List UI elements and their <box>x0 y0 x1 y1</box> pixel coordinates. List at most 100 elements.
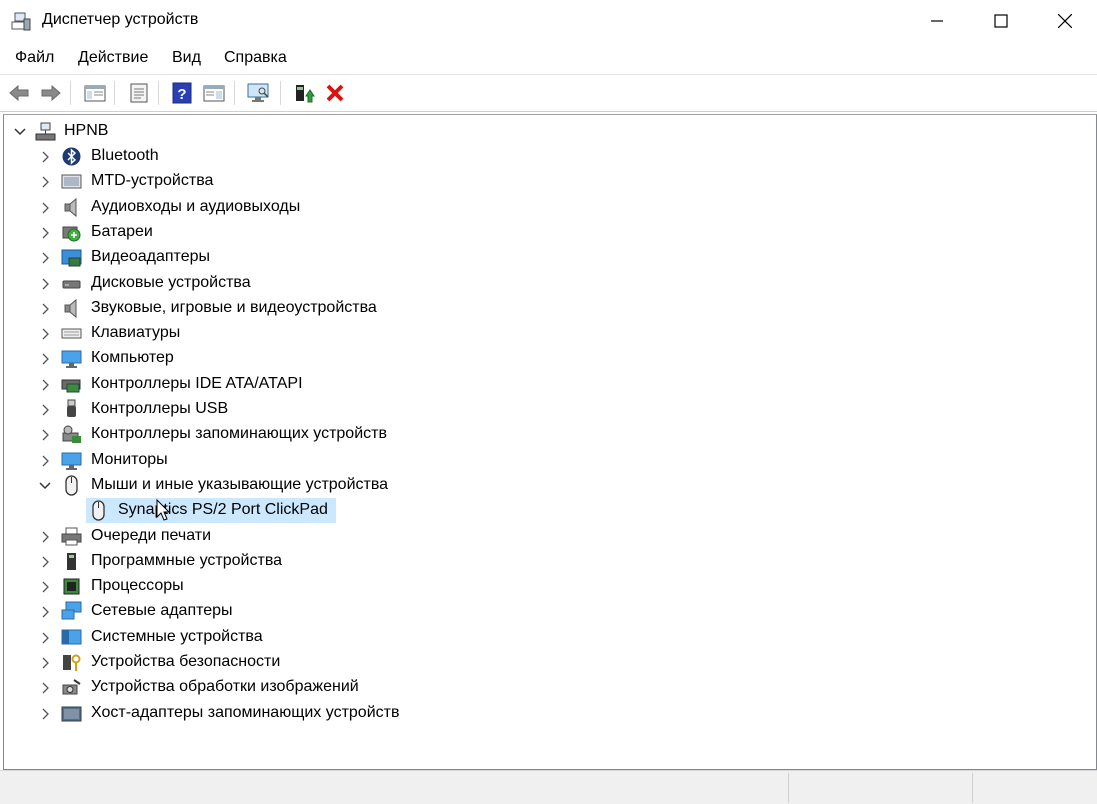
tree-item-label: Контроллеры IDE ATA/ATAPI <box>91 374 303 392</box>
tree-item-label: Очереди печати <box>91 526 212 544</box>
menu-bar: Файл Действие Вид Справка <box>0 42 1097 74</box>
chevron-right-icon[interactable] <box>38 681 52 695</box>
forward-icon <box>41 84 61 102</box>
minimize-button[interactable] <box>905 0 969 42</box>
disk-drive-icon <box>62 280 81 288</box>
menu-view[interactable]: Вид <box>172 49 201 67</box>
minimize-icon <box>931 20 943 22</box>
tree-category-item[interactable]: Программные устройства <box>4 549 704 574</box>
chevron-right-icon[interactable] <box>38 378 52 392</box>
tree-item-label: Сетевые адаптеры <box>91 602 233 620</box>
tree-category-item[interactable]: Очереди печати <box>4 524 704 549</box>
chevron-right-icon[interactable] <box>38 352 52 366</box>
maximize-button[interactable] <box>969 0 1033 42</box>
chevron-right-icon[interactable] <box>38 707 52 721</box>
bluetooth-icon <box>62 147 81 166</box>
close-button[interactable] <box>1033 0 1097 42</box>
uninstall-button[interactable] <box>322 80 348 106</box>
chevron-right-icon[interactable] <box>38 226 52 240</box>
properties-button[interactable] <box>126 80 152 106</box>
chevron-down-icon[interactable] <box>13 125 27 139</box>
chevron-right-icon[interactable] <box>38 277 52 291</box>
storage-host-icon <box>61 706 82 722</box>
tree-category-item[interactable]: Bluetooth <box>4 144 704 169</box>
chevron-right-icon[interactable] <box>38 251 52 265</box>
system-device-icon <box>61 629 82 645</box>
status-divider <box>972 773 973 803</box>
chevron-right-icon[interactable] <box>38 555 52 569</box>
tree-root[interactable]: HPNB <box>4 119 704 144</box>
action-pane-button[interactable] <box>201 80 227 106</box>
chevron-right-icon[interactable] <box>38 454 52 468</box>
chevron-right-icon[interactable] <box>38 201 52 215</box>
action-pane-icon <box>203 85 225 102</box>
help-button[interactable]: ? <box>169 80 195 106</box>
menu-file[interactable]: Файл <box>15 49 54 67</box>
tree-category-item[interactable]: Системные устройства <box>4 625 704 650</box>
tree-category-item[interactable]: Дисковые устройства <box>4 271 704 296</box>
back-icon <box>9 84 29 102</box>
chevron-right-icon[interactable] <box>38 403 52 417</box>
scan-hardware-icon <box>247 83 269 102</box>
tree-category-item[interactable]: Контроллеры запоминающих устройств <box>4 422 704 447</box>
chevron-right-icon[interactable] <box>38 530 52 544</box>
imaging-device-icon <box>62 679 81 695</box>
computer-network-icon <box>35 122 56 141</box>
tree-category-item[interactable]: Устройства безопасности <box>4 650 704 675</box>
chevron-right-icon[interactable] <box>38 605 52 619</box>
forward-button[interactable] <box>38 80 64 106</box>
tree-category-item[interactable]: MTD-устройства <box>4 169 704 194</box>
tree-item-label: Мыши и иные указывающие устройства <box>91 475 389 493</box>
tree-item-label: Хост-адаптеры запоминающих устройств <box>91 703 400 721</box>
tree-category-item[interactable]: Мониторы <box>4 448 704 473</box>
tree-item-label: Synaptics PS/2 Port ClickPad <box>118 501 328 519</box>
scan-hardware-button[interactable] <box>246 80 272 106</box>
tree-category-item[interactable]: Звуковые, игровые и видеоустройства <box>4 296 704 321</box>
chevron-right-icon[interactable] <box>38 580 52 594</box>
chevron-right-icon[interactable] <box>38 175 52 189</box>
tree-item-label: Программные устройства <box>91 551 283 569</box>
tree-root-label: HPNB <box>64 122 109 139</box>
update-driver-icon <box>296 85 315 103</box>
status-divider <box>788 773 789 803</box>
tree-category-item[interactable]: Процессоры <box>4 574 704 599</box>
console-tree-button[interactable] <box>82 80 108 106</box>
chevron-right-icon[interactable] <box>38 656 52 670</box>
maximize-icon <box>994 14 1008 28</box>
menu-help[interactable]: Справка <box>224 49 287 67</box>
device-tree[interactable]: HPNB Bluetooth MTD-устройства Аудиовходы и… <box>3 114 1097 770</box>
tree-category-item[interactable]: Устройства обработки изображений <box>4 675 704 700</box>
tree-device-item[interactable]: Synaptics PS/2 Port ClickPad <box>4 498 704 524</box>
sound-icon <box>64 298 77 318</box>
chevron-down-icon[interactable] <box>38 479 52 493</box>
tree-category-item[interactable]: Видеоадаптеры <box>4 245 704 270</box>
monitor-icon <box>61 350 82 369</box>
update-driver-button[interactable] <box>291 80 317 106</box>
tree-category-item[interactable]: Сетевые адаптеры <box>4 599 704 624</box>
tree-category-item[interactable]: Хост-адаптеры запоминающих устройств <box>4 701 704 726</box>
tree-category-item[interactable]: Мыши и иные указывающие устройства <box>4 473 704 498</box>
mouse-icon <box>92 500 105 521</box>
tree-category-item[interactable]: Компьютер <box>4 346 704 371</box>
toolbar: ? <box>0 74 1097 112</box>
tree-category-item[interactable]: Контроллеры USB <box>4 397 704 422</box>
tree-category-item[interactable]: Аудиовходы и аудиовыходы <box>4 195 704 220</box>
menu-action[interactable]: Действие <box>78 49 148 67</box>
title-bar: Диспетчер устройств <box>0 0 1097 42</box>
chevron-right-icon[interactable] <box>38 150 52 164</box>
back-button[interactable] <box>6 80 32 106</box>
software-device-icon <box>67 552 76 570</box>
chevron-right-icon[interactable] <box>38 631 52 645</box>
chevron-right-icon[interactable] <box>38 327 52 341</box>
tree-category-item[interactable]: Клавиатуры <box>4 321 704 346</box>
toolbar-separator <box>280 81 281 105</box>
tree-category-item[interactable]: Батареи <box>4 220 704 245</box>
tree-item-label: Аудиовходы и аудиовыходы <box>91 197 301 215</box>
toolbar-separator <box>158 81 159 105</box>
ide-controller-icon <box>61 379 81 393</box>
chevron-right-icon[interactable] <box>38 302 52 316</box>
chevron-right-icon[interactable] <box>38 428 52 442</box>
tree-category-item[interactable]: Контроллеры IDE ATA/ATAPI <box>4 372 704 397</box>
tree-item-label: Дисковые устройства <box>91 273 251 291</box>
toolbar-separator <box>234 81 235 105</box>
